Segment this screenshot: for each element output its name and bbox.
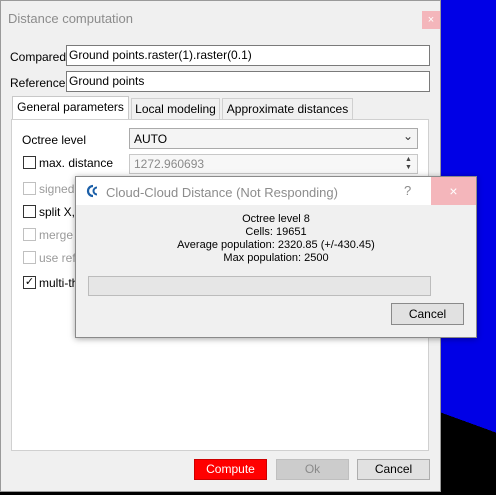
spin-arrows-icon: ▲ ▼ (405, 156, 412, 171)
reference-field[interactable]: Ground points (66, 71, 430, 92)
octree-level-value: AUTO (134, 132, 168, 146)
progress-dialog: Cloud-Cloud Distance (Not Responding) ? … (75, 176, 477, 338)
max-distance-spinbox: 1272.960693 ▲ ▼ (129, 154, 418, 174)
progress-info: Octree level 8 Cells: 19651 Average popu… (76, 213, 476, 265)
title-bar: Distance computation × (1, 1, 440, 37)
multi-threaded-checkbox[interactable]: ✓ (23, 276, 36, 289)
help-icon[interactable]: ? (404, 183, 411, 198)
use-reference-checkbox (23, 251, 36, 264)
octree-level-info: Octree level 8 (242, 213, 310, 225)
merge-x-checkbox (23, 228, 36, 241)
cancel-button[interactable]: Cancel (357, 459, 430, 480)
max-distance-checkbox[interactable] (23, 156, 36, 169)
split-xyz-checkbox[interactable] (23, 205, 36, 218)
progress-bar (88, 276, 431, 296)
reference-label: Reference (10, 76, 66, 90)
progress-cancel-button[interactable]: Cancel (391, 303, 464, 325)
close-icon[interactable]: × (431, 177, 476, 205)
tab-approximate-distances[interactable]: Approximate distances (222, 98, 353, 119)
max-distance-value: 1272.960693 (134, 157, 205, 171)
close-icon[interactable]: × (422, 11, 440, 29)
cloudcompare-logo-icon (86, 184, 98, 198)
octree-level-select[interactable]: AUTO ⌄ (129, 128, 418, 149)
tab-local-modeling[interactable]: Local modeling (131, 98, 220, 119)
dialog-title: Distance computation (8, 11, 134, 26)
compared-field[interactable]: Ground points.raster(1).raster(0.1) (66, 45, 430, 66)
average-population-info: Average population: 2320.85 (+/-430.45) (177, 239, 375, 251)
compared-label: Compared (10, 50, 67, 64)
cells-info: Cells: 19651 (245, 226, 307, 238)
tab-general-parameters[interactable]: General parameters (12, 96, 129, 120)
progress-title: Cloud-Cloud Distance (Not Responding) (106, 185, 338, 200)
compute-button[interactable]: Compute (194, 459, 267, 480)
ok-button: Ok (276, 459, 349, 480)
progress-title-bar: Cloud-Cloud Distance (Not Responding) ? … (76, 177, 476, 205)
max-population-info: Max population: 2500 (223, 252, 329, 264)
max-distance-label: max. distance (39, 156, 114, 170)
signed-distances-checkbox (23, 182, 36, 195)
octree-level-label: Octree level (22, 133, 87, 147)
chevron-down-icon: ⌄ (402, 129, 413, 143)
